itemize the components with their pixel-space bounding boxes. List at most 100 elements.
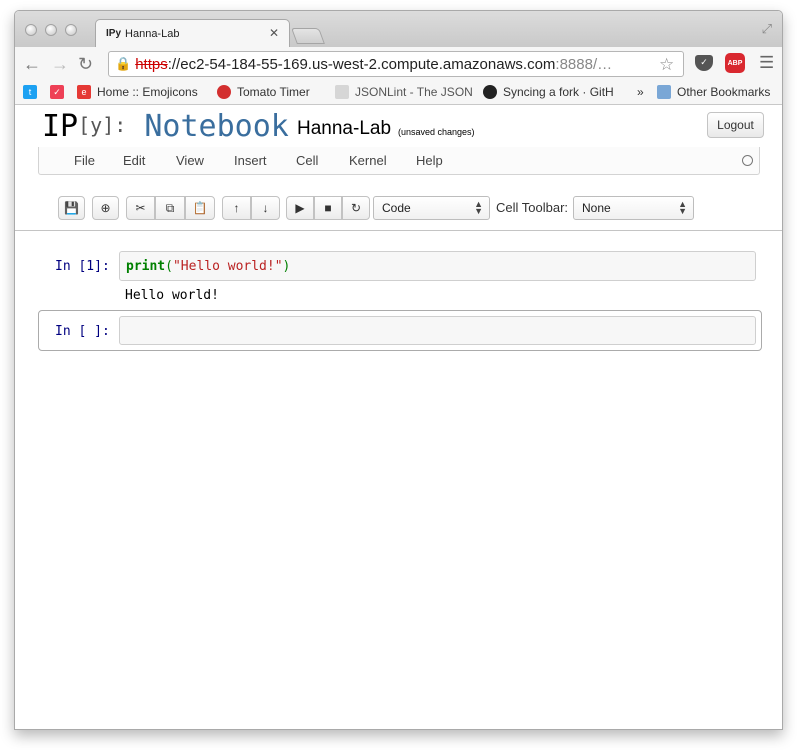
logo-y: [y]: — [78, 113, 127, 137]
code-paren-open: ( — [165, 259, 173, 274]
kernel-idle-indicator-icon — [742, 155, 753, 166]
url-port: :8888/… — [555, 55, 613, 73]
move-cell-up-button[interactable]: ↑ — [222, 196, 251, 220]
zoom-window-button[interactable] — [65, 24, 77, 36]
tab-title: Hanna-Lab — [125, 27, 180, 40]
cut-cell-button[interactable]: ✂ — [126, 196, 155, 220]
stop-icon: ■ — [324, 201, 332, 215]
logo-ip: IP — [42, 109, 79, 144]
bookmark-star-icon[interactable]: ☆ — [659, 55, 674, 75]
bookmarks-bar: t ✓ e Home :: Emojicons Tomato Timer JSO… — [15, 81, 782, 105]
bookmark-emojicons[interactable]: e Home :: Emojicons — [77, 85, 198, 99]
save-status: (unsaved changes) — [398, 127, 475, 137]
bookmark-label: Home :: Emojicons — [97, 85, 198, 99]
paste-icon: 📋 — [192, 201, 208, 215]
pocket-icon: ✓ — [50, 85, 64, 99]
ipython-logo[interactable]: IP[y]: Notebook — [42, 109, 289, 144]
copy-icon: ⧉ — [165, 200, 175, 215]
address-bar[interactable]: 🔒 https ://ec2-54-184-55-169.us-west-2.c… — [108, 51, 684, 77]
reload-button[interactable]: ↻ — [78, 54, 93, 75]
run-cell-button[interactable]: ▶ — [286, 196, 314, 220]
adblock-plus-icon[interactable]: ABP — [725, 53, 745, 73]
menu-cell[interactable]: Cell — [296, 153, 318, 168]
arrow-up-icon: ↑ — [233, 201, 240, 215]
bookmark-github-sync[interactable]: Syncing a fork · GitH — [483, 85, 614, 99]
bookmark-jsonlint[interactable]: JSONLint - The JSON — [335, 85, 473, 99]
jsonlint-icon — [335, 85, 349, 99]
header-divider — [15, 230, 782, 231]
cell-1-input[interactable]: print("Hello world!") — [119, 251, 756, 281]
cell-2-input[interactable] — [119, 316, 756, 345]
menu-insert[interactable]: Insert — [234, 153, 267, 168]
code-keyword: print — [126, 259, 166, 274]
notebook-name[interactable]: Hanna-Lab — [297, 118, 391, 140]
fullscreen-icon[interactable]: ⤢ — [762, 21, 772, 37]
tab-hanna-lab[interactable]: IPy Hanna-Lab ✕ — [95, 19, 290, 47]
cell-toolbar-label: Cell Toolbar: — [496, 200, 569, 215]
cell-toolbar-value: None — [582, 201, 611, 215]
chrome-menu-icon[interactable]: ☰ — [759, 53, 774, 73]
twitter-icon: t — [23, 85, 37, 99]
pocket-extension-icon[interactable]: ✓ — [695, 55, 713, 71]
browser-window: IPy Hanna-Lab ✕ ⤢ ← → ↻ 🔒 https ://ec2-5… — [14, 10, 783, 730]
overflow-label: » — [637, 85, 644, 99]
bookmark-tomato-timer[interactable]: Tomato Timer — [217, 85, 310, 99]
navigation-bar: ← → ↻ 🔒 https ://ec2-54-184-55-169.us-we… — [15, 47, 782, 81]
cell-1-prompt: In [1]: — [55, 259, 110, 274]
tab-strip: IPy Hanna-Lab ✕ ⤢ — [15, 11, 782, 47]
bookmark-other-bookmarks[interactable]: Other Bookmarks — [657, 85, 770, 99]
logout-button[interactable]: Logout — [707, 112, 764, 138]
minimize-window-button[interactable] — [45, 24, 57, 36]
tomato-icon — [217, 85, 231, 99]
close-tab-icon[interactable]: ✕ — [269, 26, 279, 40]
cell-2-prompt: In [ ]: — [55, 324, 110, 339]
folder-icon — [657, 85, 671, 99]
insert-cell-button[interactable]: ⊕ — [92, 196, 119, 220]
code-paren-close: ) — [282, 259, 291, 274]
restart-kernel-button[interactable]: ↻ — [342, 196, 370, 220]
menu-kernel[interactable]: Kernel — [349, 153, 387, 168]
restart-icon: ↻ — [350, 201, 362, 215]
arrow-down-icon: ↓ — [262, 201, 269, 215]
move-cell-down-button[interactable]: ↓ — [251, 196, 280, 220]
url-scheme: https — [135, 55, 168, 73]
github-icon — [483, 85, 497, 99]
bookmark-label: Syncing a fork · GitH — [503, 85, 614, 99]
select-arrows-icon: ▲ ▼ — [678, 199, 687, 216]
menu-help[interactable]: Help — [416, 153, 443, 168]
interrupt-kernel-button[interactable]: ■ — [314, 196, 342, 220]
cell-1-output: Hello world! — [125, 288, 219, 303]
bookmark-label: JSONLint - The JSON — [355, 85, 473, 99]
code-string: "Hello world!" — [172, 259, 283, 274]
copy-cell-button[interactable]: ⧉ — [155, 196, 185, 220]
logo-notebook: Notebook — [144, 109, 289, 144]
scissors-icon: ✂ — [135, 201, 146, 215]
save-icon: 💾 — [64, 201, 79, 215]
bookmarks-overflow-chevron[interactable]: » — [637, 85, 644, 99]
menu-view[interactable]: View — [176, 153, 204, 168]
notebook-toolbar: 💾 ⊕ ✂ ⧉ 📋 ↑ ↓ ▶ ■ ↻ Code ▲ ▼ Cell Toolbar… — [15, 181, 782, 223]
paste-cell-button[interactable]: 📋 — [185, 196, 215, 220]
bookmark-pocket[interactable]: ✓ — [50, 85, 70, 99]
insecure-lock-icon: 🔒 — [115, 56, 132, 71]
back-button[interactable]: ← — [23, 54, 41, 75]
close-window-button[interactable] — [25, 24, 37, 36]
url-host: ://ec2-54-184-55-169.us-west-2.compute.a… — [167, 55, 556, 73]
bookmark-label: Tomato Timer — [237, 85, 310, 99]
select-arrows-icon: ▲ ▼ — [474, 199, 483, 216]
plus-circle-icon: ⊕ — [100, 201, 111, 215]
notebook-page: IP[y]: Notebook Hanna-Lab (unsaved chang… — [15, 106, 782, 729]
forward-button[interactable]: → — [51, 54, 69, 75]
bookmark-label: Other Bookmarks — [677, 85, 771, 99]
notebook-menubar: File Edit View Insert Cell Kernel Help — [38, 147, 760, 175]
cell-type-value: Code — [382, 201, 411, 215]
new-tab-button[interactable] — [291, 28, 325, 44]
save-button[interactable]: 💾 — [58, 196, 85, 220]
bookmark-twitter[interactable]: t — [23, 85, 43, 99]
play-icon: ▶ — [295, 201, 305, 215]
menu-edit[interactable]: Edit — [123, 153, 145, 168]
cell-toolbar-select[interactable]: None ▲ ▼ — [573, 196, 694, 220]
menu-file[interactable]: File — [74, 153, 95, 168]
emojicons-icon: e — [77, 85, 91, 99]
cell-type-select[interactable]: Code ▲ ▼ — [373, 196, 490, 220]
